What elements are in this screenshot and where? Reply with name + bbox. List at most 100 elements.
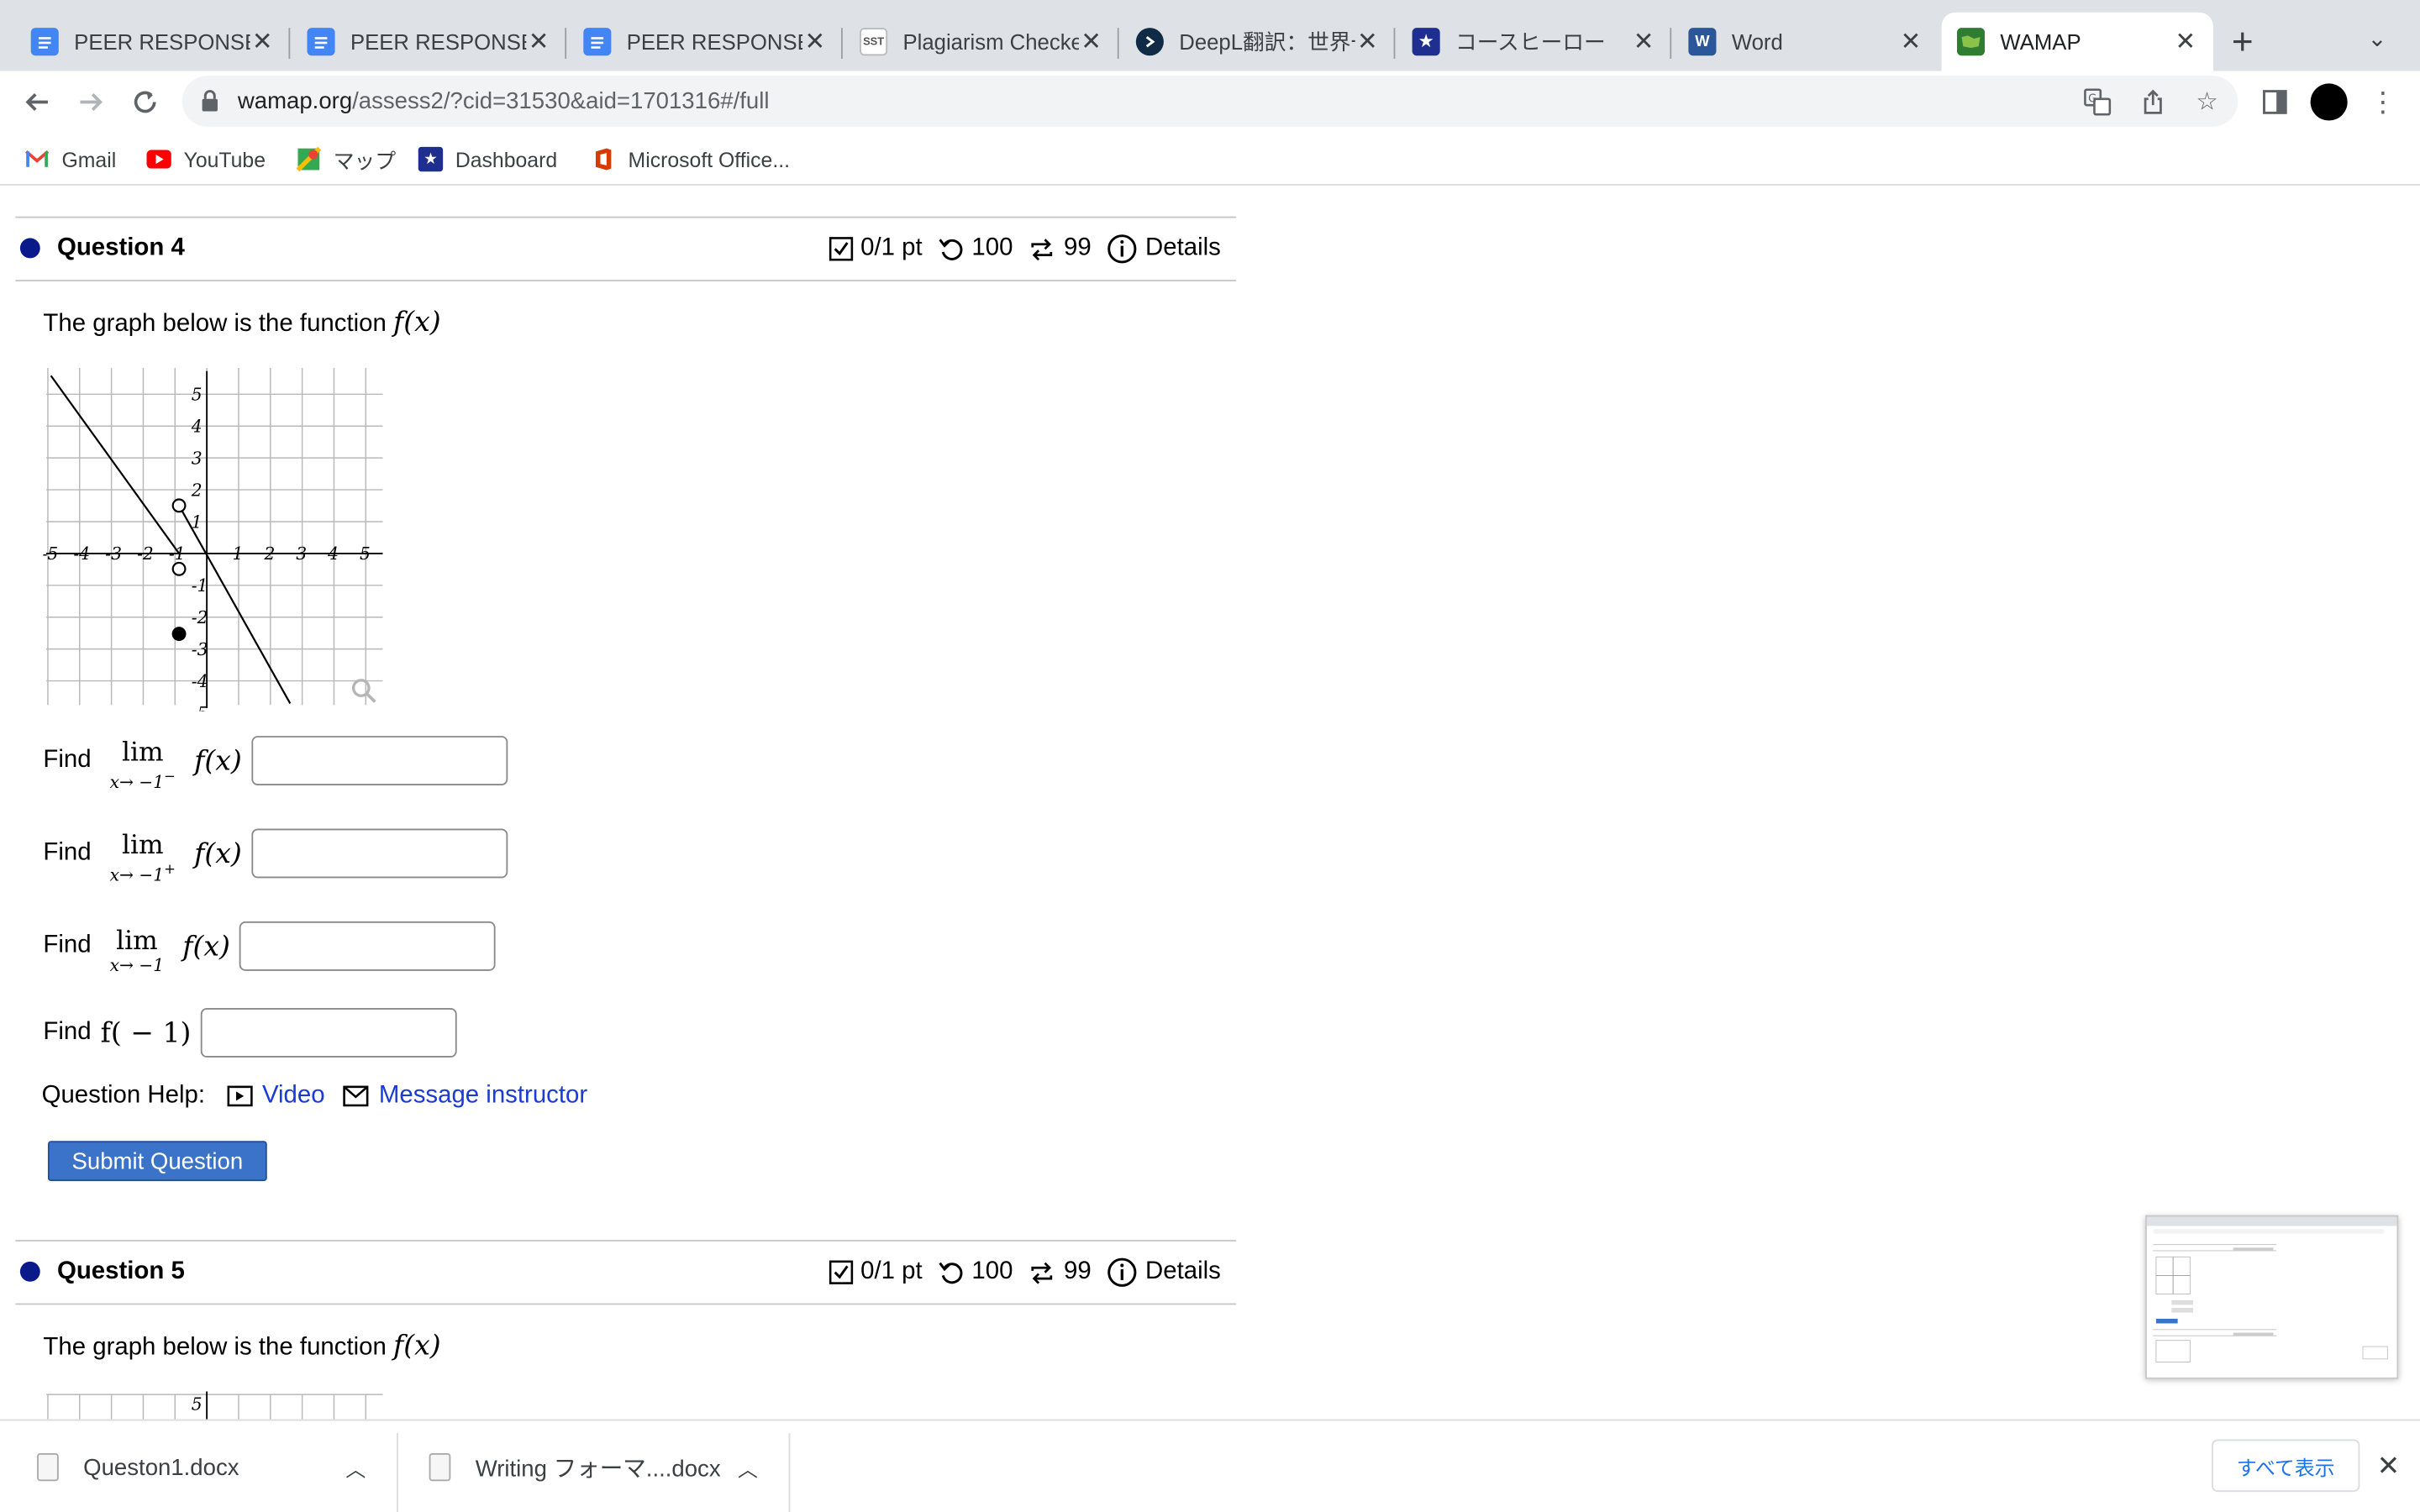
download-filename: Queston1.docx [83,1453,239,1481]
address-bar[interactable]: wamap.org/assess2/?cid=31530&aid=1701316… [182,76,2238,127]
left-limit-answer-input[interactable] [250,736,508,785]
tab-separator [288,28,291,59]
submit-question-button[interactable]: Submit Question [47,1141,267,1182]
prompt-function: f(x) [393,306,441,339]
function-value-expression: f( − 1) [100,1016,192,1049]
find-label: Find [43,839,92,866]
assessment-page: Question 4 0/1 pt 100 99 Details The gra… [0,186,2420,1420]
limit-subscript: x→ −1+ [110,860,176,887]
x-tick-label: 4 [327,543,339,564]
close-tab-icon[interactable]: ✕ [802,29,827,55]
word-icon: W [1688,28,1717,56]
find-label: Find [43,746,92,774]
attempts-value: 99 [1064,234,1092,262]
retries: 100 [938,1258,1013,1286]
profile-avatar[interactable] [2310,83,2348,121]
close-tab-icon[interactable]: ✕ [2173,29,2197,55]
tab-deepl[interactable]: DeepL翻訳：世界一 ✕ [1120,13,1396,71]
tab-search-chevron-icon[interactable]: ⌄ [2368,24,2387,52]
bookmark-gmail[interactable]: Gmail [24,144,116,175]
tab-word[interactable]: W Word ✕ [1673,13,1939,71]
right-limit-answer-input[interactable] [250,828,508,879]
x-tick-label: 5 [360,543,371,564]
x-tick-label: 2 [263,543,275,564]
new-tab-icon[interactable]: + [2232,22,2254,66]
tab-title: PEER RESPONSES [74,29,250,55]
office-icon [591,147,615,171]
open-point-upper [171,498,187,513]
download-item[interactable]: Queston1.docx ︿ [37,1433,398,1512]
download-separator [788,1433,791,1512]
close-tab-icon[interactable]: ✕ [1079,29,1103,55]
chevron-up-icon[interactable]: ︿ [738,1452,758,1482]
close-tab-icon[interactable]: ✕ [250,29,275,55]
close-shelf-icon[interactable]: ✕ [2377,1450,2401,1483]
question-meta: 0/1 pt 100 99 Details [813,234,1221,265]
side-panel-icon[interactable] [2256,83,2293,120]
y-tick-label: 5 [192,1394,203,1415]
wamap-icon [1956,28,1986,56]
video-link[interactable]: Video [227,1082,325,1110]
tab-title: Word [1731,29,1783,55]
function-value-answer-input[interactable] [200,1008,457,1058]
bookmark-dashboard[interactable]: ★ Dashboard [418,144,557,175]
tab-wamap[interactable]: WAMAP ✕ [1941,12,2213,71]
tab-peer-responses-1[interactable]: PEER RESPONSES ✕ [15,13,291,71]
reload-icon[interactable] [124,81,166,124]
details-link[interactable]: Details [1107,234,1221,265]
prompt-function: f(x) [393,1329,441,1362]
limit-answer-input[interactable] [239,921,496,971]
bookmark-microsoft-office[interactable]: Microsoft Office... [591,144,790,175]
tab-separator [1393,28,1396,59]
find-label: Find [43,932,92,959]
back-arrow-icon[interactable] [15,81,58,124]
lock-icon[interactable] [201,90,219,119]
url-text[interactable]: wamap.org/assess2/?cid=31530&aid=1701316… [238,88,770,114]
close-tab-icon[interactable]: ✕ [1898,29,1923,55]
kebab-menu-icon[interactable]: ⋮ [2365,83,2402,120]
x-tick-label: 1 [233,543,244,564]
limit-direction: − [164,769,176,786]
message-instructor-link[interactable]: Message instructor [344,1082,587,1110]
forward-arrow-icon[interactable] [70,81,113,124]
bookmark-youtube[interactable]: YouTube [146,144,266,175]
details-link[interactable]: Details [1107,1257,1221,1288]
browser-toolbar: wamap.org/assess2/?cid=31530&aid=1701316… [0,71,2420,134]
chevron-up-icon[interactable]: ︿ [345,1452,366,1482]
retries: 100 [938,235,1013,263]
bookmark-maps[interactable]: マップ [296,144,396,175]
limit-direction: + [164,863,176,879]
question-4-prompt: The graph below is the function f(x) [43,306,440,339]
tab-separator [565,28,567,59]
share-icon[interactable] [2136,85,2170,118]
zoom-magnifier-icon[interactable] [351,679,376,703]
y-tick-label: -1 [192,575,208,596]
close-tab-icon[interactable]: ✕ [526,29,550,55]
deepl-icon [1135,28,1164,56]
tab-peer-responses-2[interactable]: PEER RESPONSES ✕ [292,13,567,71]
screenshot-thumbnail-preview[interactable] [2145,1215,2399,1379]
close-tab-icon[interactable]: ✕ [1355,29,1380,55]
tab-separator [841,28,843,59]
checkbox-icon [829,1260,853,1284]
downloads-shelf: Queston1.docx ︿ Writing フォーマ....docx ︿ す… [0,1419,2420,1512]
download-item[interactable]: Writing フォーマ....docx ︿ [429,1433,791,1512]
translate-icon[interactable]: G [2081,85,2114,118]
open-point-lower [171,561,187,576]
youtube-icon [146,147,171,171]
bookmark-label: Gmail [61,147,117,171]
graph-grid [46,1391,383,1420]
thumbnail-image [2146,1216,2397,1362]
function-graph: -5-4-3-2-11234554321-1-2-3-4-5 [43,368,383,711]
x-tick-label: 3 [296,543,307,564]
show-all-downloads-button[interactable]: すべて表示 [2212,1439,2360,1493]
bookmark-star-icon[interactable]: ☆ [2190,85,2223,118]
x-tick-label: -1 [169,543,186,564]
document-file-icon [37,1453,59,1482]
tab-plagiarism-checker[interactable]: SST Plagiarism Checker ✕ [844,13,1119,71]
tab-title: Plagiarism Checker [902,29,1079,55]
tab-coursehero[interactable]: ★ コースヒーロー ✕ [1397,13,1672,71]
close-tab-icon[interactable]: ✕ [1631,29,1655,55]
info-icon [1107,1257,1137,1287]
tab-peer-responses-3[interactable]: PEER RESPONSES ✕ [568,13,843,71]
